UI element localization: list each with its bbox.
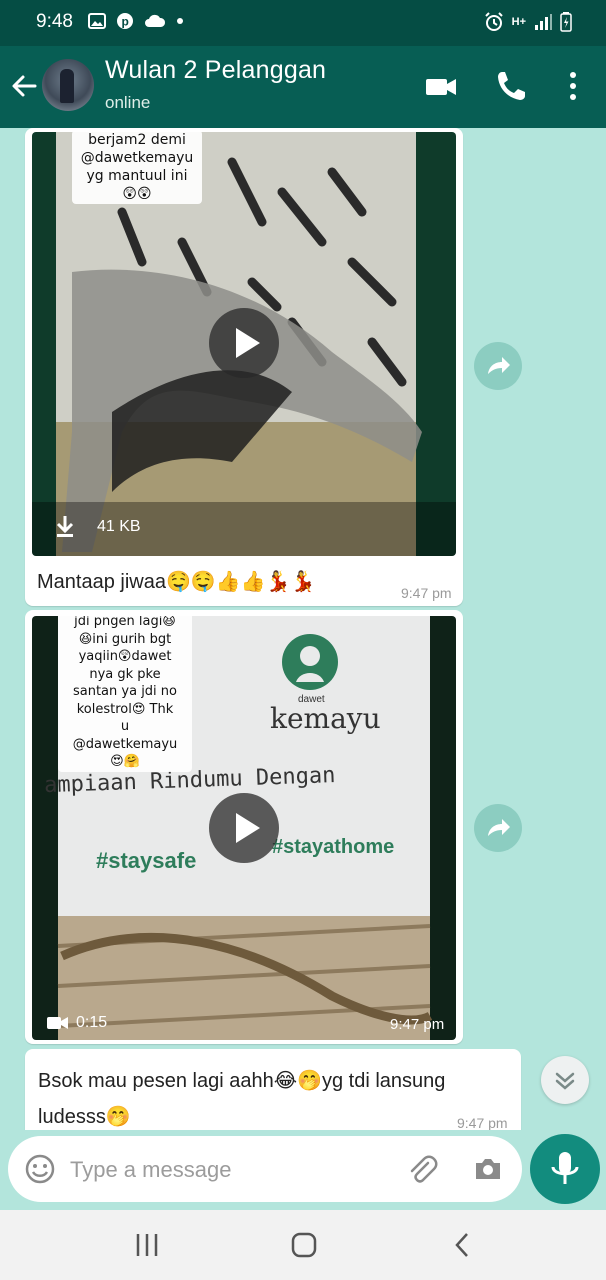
microphone-icon — [551, 1152, 579, 1184]
chat-area[interactable]: berjam2 demi @dawetkemayu yg mantuul ini… — [0, 128, 606, 1130]
voice-call-icon[interactable] — [496, 70, 526, 102]
message-caption: Mantaap jiwaa🤤🤤👍👍💃💃 — [37, 571, 316, 593]
poster-tag-stayathome: #stayathome — [272, 836, 395, 858]
camera-icon[interactable] — [472, 1153, 504, 1185]
back-nav-icon[interactable] — [448, 1230, 478, 1260]
message-input-bar[interactable]: Type a message — [8, 1136, 522, 1202]
message-bubble-video-1[interactable]: berjam2 demi @dawetkemayu yg mantuul ini… — [25, 128, 463, 606]
message-time: 9:47 pm — [390, 1016, 445, 1033]
download-icon[interactable] — [54, 514, 76, 538]
svg-text:p: p — [122, 15, 129, 29]
alarm-icon — [484, 12, 503, 31]
emoji-icon[interactable] — [24, 1153, 56, 1185]
forward-button-2[interactable] — [474, 804, 522, 852]
forward-icon — [488, 819, 510, 836]
video-camera-icon — [47, 1017, 68, 1029]
back-arrow-icon[interactable] — [10, 72, 38, 100]
video-overlay-text: berjam2 demi @dawetkemayu yg mantuul ini… — [72, 132, 202, 204]
poster-tag-staysafe: #staysafe — [96, 848, 197, 873]
voice-message-button[interactable] — [530, 1134, 600, 1204]
message-time: 9:47 pm — [401, 585, 452, 601]
message-bubble-text[interactable]: Bsok mau pesen lagi aahh😂🤭yg tdi lansung… — [25, 1049, 521, 1130]
video-duration: 0:15 — [76, 1014, 108, 1031]
recent-apps-icon[interactable] — [132, 1230, 162, 1260]
attach-icon[interactable] — [406, 1153, 438, 1185]
contact-name[interactable]: Wulan 2 Pelanggan — [105, 56, 326, 85]
message-input[interactable]: Type a message — [70, 1157, 231, 1183]
home-icon[interactable] — [289, 1230, 319, 1260]
dot-icon — [177, 18, 183, 24]
play-button[interactable] — [209, 308, 279, 378]
contact-status: online — [105, 93, 151, 112]
message-bubble-video-2[interactable]: dawet kemayu ampiaan Rindumu Dengan #sta… — [25, 610, 463, 1044]
message-time: 9:47 pm — [457, 1115, 508, 1130]
signal-icon — [535, 14, 552, 30]
pinterest-icon: p — [117, 13, 133, 29]
forward-button-1[interactable] — [474, 342, 522, 390]
system-nav-bar — [0, 1210, 606, 1280]
battery-icon — [560, 12, 572, 32]
network-type: H+ — [511, 15, 526, 28]
contact-avatar[interactable] — [42, 59, 94, 111]
scroll-to-bottom-button[interactable] — [541, 1056, 589, 1104]
status-bar: 9:48 p H+ — [0, 0, 606, 46]
forward-icon — [488, 357, 510, 374]
video-thumbnail[interactable]: berjam2 demi @dawetkemayu yg mantuul ini… — [32, 132, 456, 556]
video-overlay-text: jdi pngen lagi😆 😆ini gurih bgt yaqiin😲da… — [58, 616, 192, 772]
video-thumbnail[interactable]: dawet kemayu ampiaan Rindumu Dengan #sta… — [32, 616, 456, 1040]
double-chevron-down-icon — [555, 1072, 575, 1090]
download-size: 41 KB — [97, 518, 141, 535]
status-time: 9:48 — [36, 11, 73, 32]
cloud-icon — [145, 14, 166, 27]
video-call-icon[interactable] — [424, 70, 458, 104]
message-text: Bsok mau pesen lagi aahh😂🤭yg tdi lansung… — [38, 1070, 446, 1128]
poster-brand: kemayu — [270, 702, 381, 735]
more-options-icon[interactable] — [565, 70, 581, 102]
play-button[interactable] — [209, 793, 279, 863]
image-icon — [88, 13, 106, 29]
chat-header: Wulan 2 Pelanggan online — [0, 46, 606, 128]
